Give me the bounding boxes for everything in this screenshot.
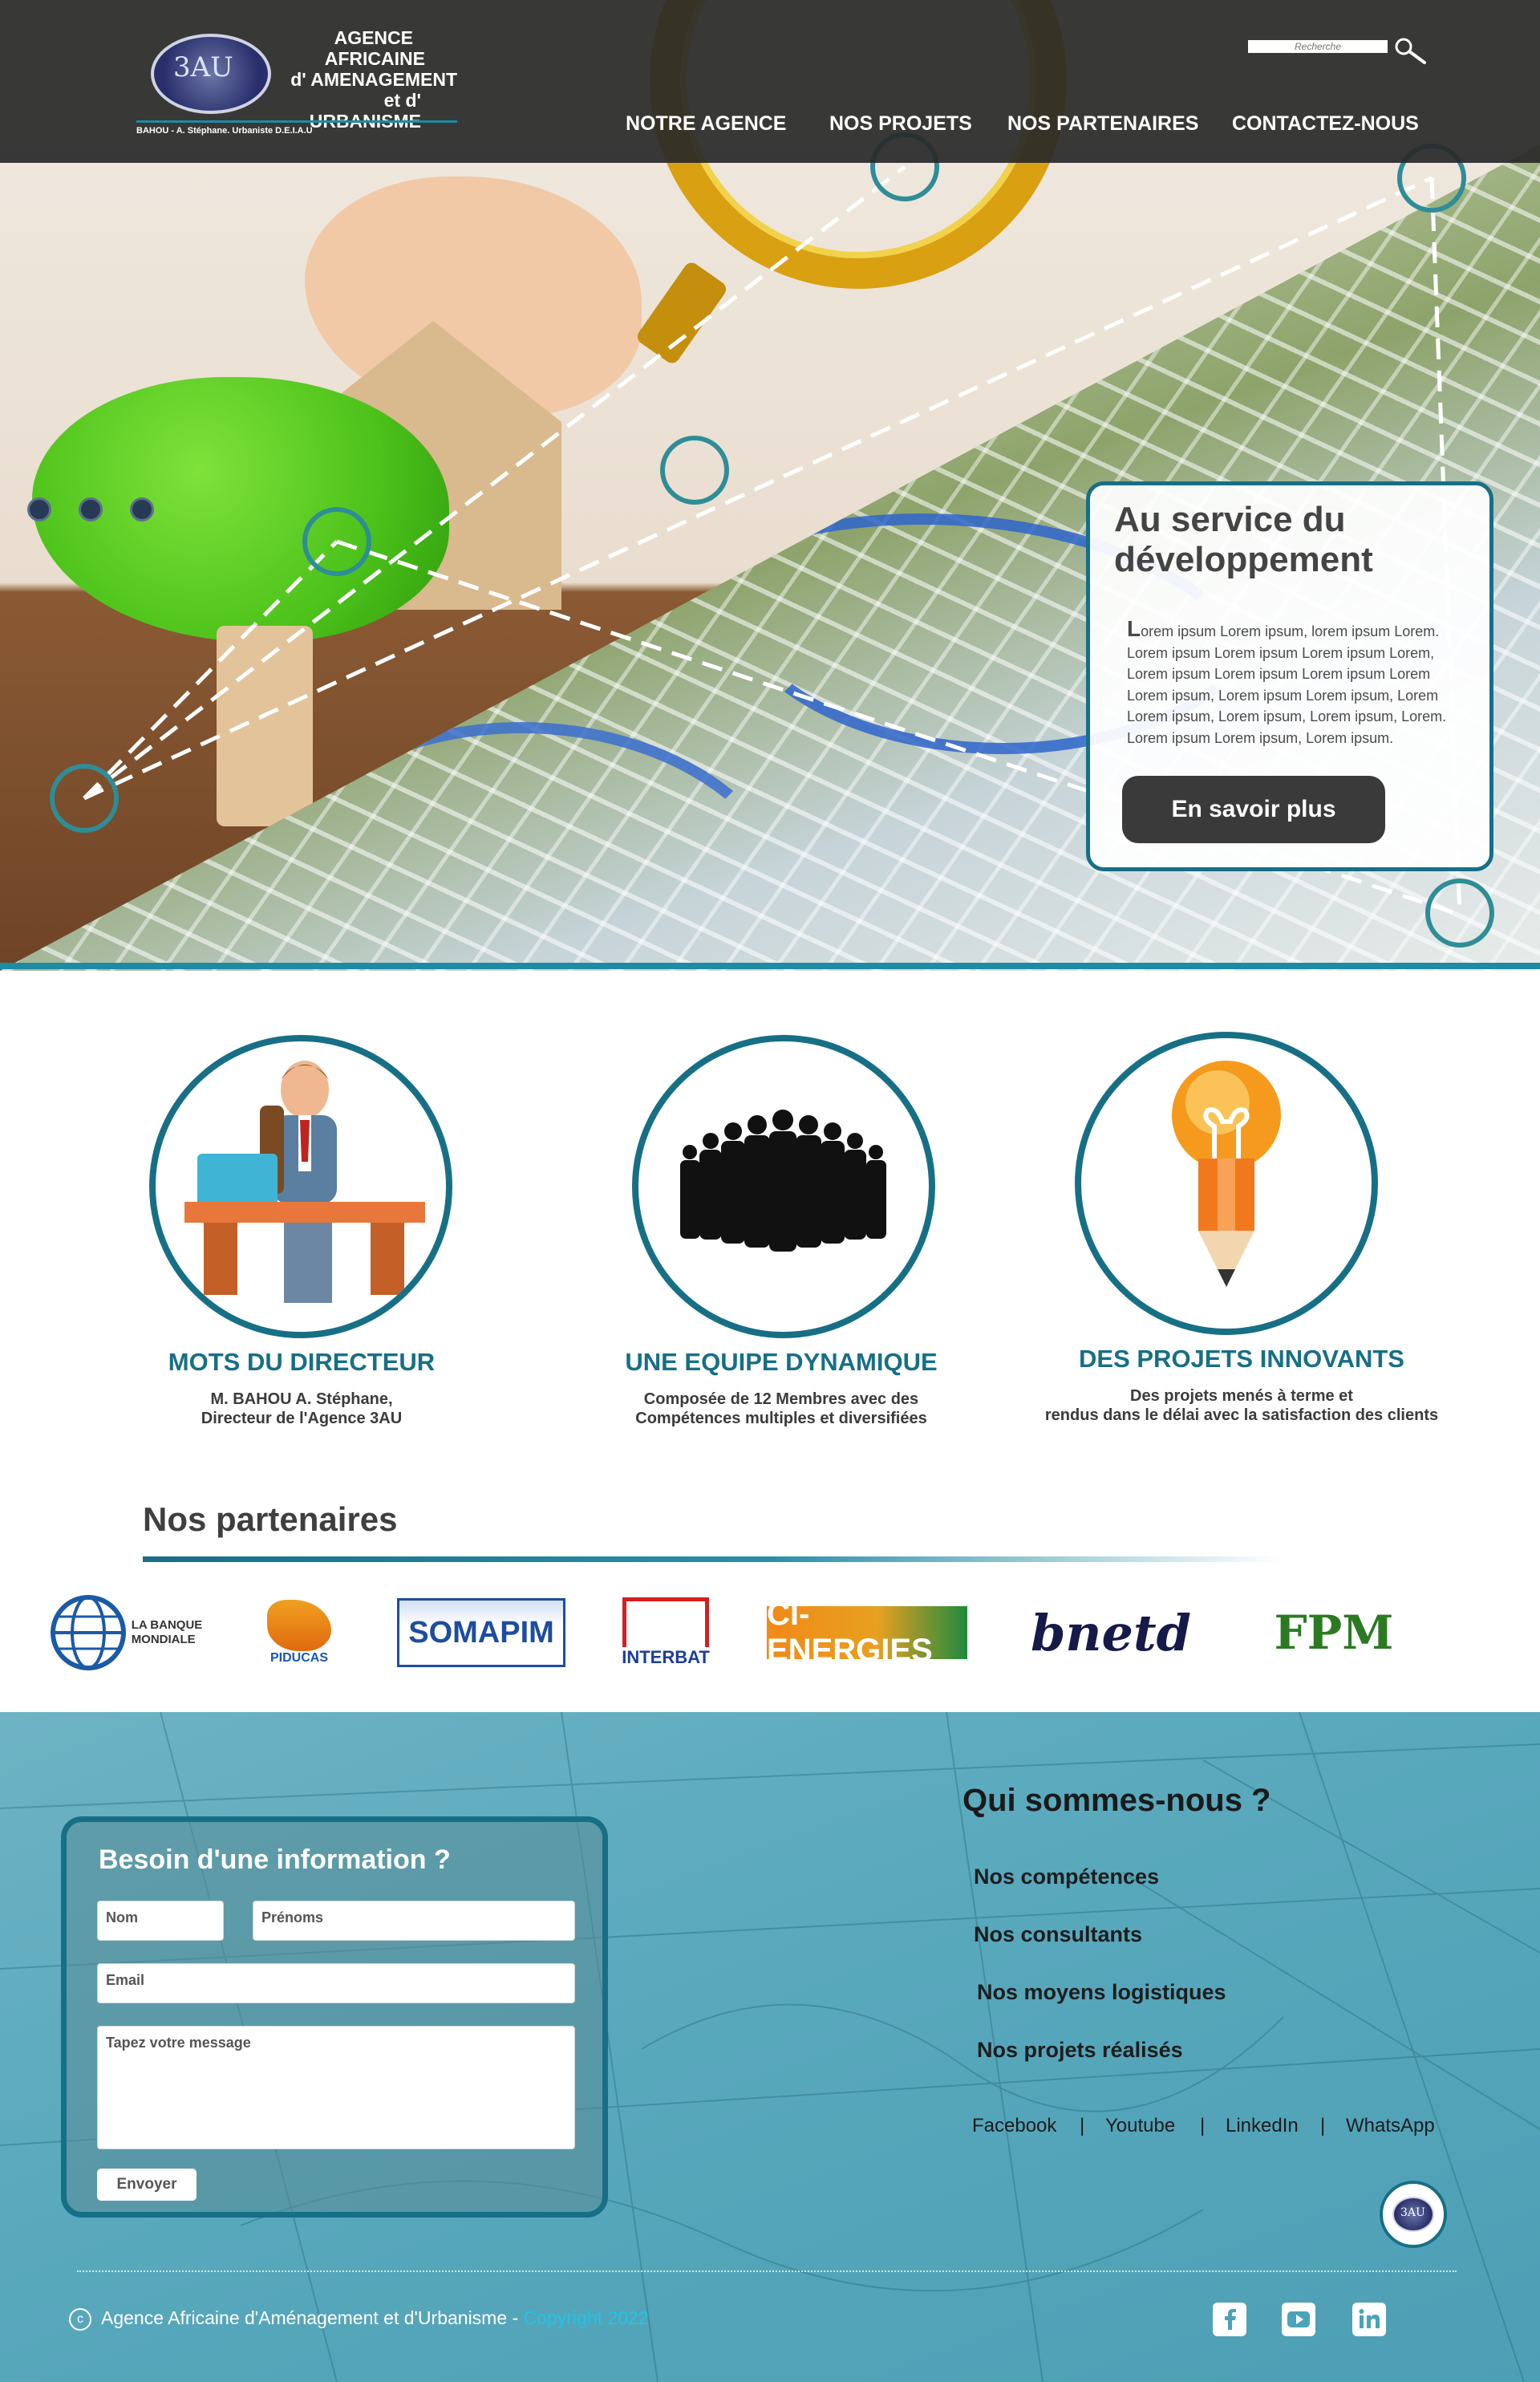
search-input[interactable]	[1248, 40, 1388, 53]
slider-dot-1[interactable]	[27, 497, 51, 521]
nav-item-nos-partenaires[interactable]: NOS PARTENAIRES	[1007, 112, 1198, 136]
partner-logo-somapim[interactable]: SOMAPIM	[396, 1589, 566, 1677]
site-logo[interactable]: 3AU AGENCE AFRICAINE d' AMENAGEMENT et d…	[136, 27, 457, 140]
nav-item-nos-projets[interactable]: NOS PROJETS	[829, 112, 972, 136]
hero-card-text: Lorem ipsum Lorem ipsum, lorem ipsum Lor…	[1127, 616, 1447, 746]
world-bank-globe-icon	[50, 1595, 126, 1670]
logo-mark: 3AU	[173, 51, 233, 83]
hero-card-title: Au service du développement	[1114, 500, 1373, 579]
link-youtube[interactable]: Youtube	[1105, 2115, 1175, 2137]
logo-text: AGENCE AFRICAINE d' AMENAGEMENT et d' UR…	[273, 27, 457, 132]
nav-item-notre-agence[interactable]: NOTRE AGENCE	[626, 112, 786, 136]
social-separator: |	[1320, 2115, 1326, 2136]
copyright-dash: -	[512, 2307, 519, 2328]
partner-logo-interbat[interactable]: INTERBAT	[619, 1589, 712, 1677]
logo-line-2: AFRICAINE	[324, 48, 425, 69]
feature-desc-team: Composée de 12 Membres avec des Compéten…	[635, 1390, 927, 1427]
feature-projects: DES PROJETS INNOVANTS Des projets menés …	[1017, 1032, 1466, 1433]
partner-label-somapim: SOMAPIM	[408, 1615, 554, 1650]
site-header: 3AU AGENCE AFRICAINE d' AMENAGEMENT et d…	[0, 0, 1540, 163]
partners-title: Nos partenaires	[143, 1500, 398, 1538]
partner-logo-ci-energies[interactable]: CI-ENERGIES	[765, 1589, 969, 1677]
slider-dot-2[interactable]	[79, 497, 103, 521]
partner-logo-bnetd[interactable]: bnetd	[1019, 1589, 1203, 1677]
piducas-emblem	[267, 1600, 331, 1651]
footer-logo-emblem: 3AU	[1392, 2197, 1434, 2232]
learn-more-button[interactable]: En savoir plus	[1122, 776, 1385, 843]
copyright-icon: c	[69, 2307, 91, 2331]
hero-info-card: Au service du développement Lorem ipsum …	[1086, 481, 1493, 871]
logo-divider	[136, 120, 457, 123]
contact-form-title: Besoin d'une information ?	[99, 1844, 451, 1875]
link-nos-moyens-logistiques[interactable]: Nos moyens logistiques	[977, 1980, 1226, 2005]
partner-label-interbat: INTERBAT	[622, 1647, 710, 1667]
social-separator: |	[1200, 2115, 1206, 2136]
lightbulb-pencil-icon	[1172, 1061, 1281, 1287]
social-separator: |	[1080, 2115, 1085, 2136]
feature-desc-director: M. BAHOU A. Stéphane, Directeur de l'Age…	[201, 1390, 403, 1427]
about-title: Qui sommes-nous ?	[962, 1783, 1271, 1818]
feature-title-projects: DES PROJETS INNOVANTS	[1079, 1345, 1404, 1373]
facebook-icon[interactable]	[1213, 2303, 1246, 2336]
partner-label-fpm: FPM	[1274, 1605, 1394, 1660]
feature-director: MOTS DU DIRECTEUR M. BAHOU A. Stéphane, …	[77, 1035, 526, 1436]
link-nos-consultants[interactable]: Nos consultants	[974, 1922, 1142, 1947]
logo-subtitle: BAHOU - A. Stéphane. Urbaniste D.E.I.A.U	[136, 126, 313, 136]
prenoms-field[interactable]: Prénoms	[253, 1901, 575, 1941]
copyright-year: Copyright 2022	[523, 2307, 649, 2328]
hero-bottom-border	[0, 963, 1540, 969]
feature-desc-projects: Des projets menés à terme et rendus dans…	[1044, 1387, 1439, 1424]
partner-label-bnetd: bnetd	[1031, 1603, 1191, 1662]
footer-logo-mark: 3AU	[1400, 2206, 1425, 2219]
search-icon[interactable]	[1391, 35, 1429, 67]
nom-field[interactable]: Nom	[97, 1901, 224, 1941]
footer-divider	[77, 2270, 1457, 2272]
feature-circle-director[interactable]	[149, 1035, 452, 1338]
logo-line-3: d' AMENAGEMENT	[290, 69, 457, 90]
partner-label-piducas: PIDUCAS	[270, 1651, 328, 1665]
link-whatsapp[interactable]: WhatsApp	[1346, 2115, 1435, 2137]
partner-logo-piducas[interactable]: PIDUCAS	[255, 1589, 343, 1677]
link-nos-projets-realises[interactable]: Nos projets réalisés	[977, 2038, 1183, 2063]
footer-logo[interactable]: 3AU	[1380, 2181, 1447, 2248]
partner-label-ci-energies: CI-ENERGIES	[767, 1597, 933, 1668]
partner-logo-banque-mondiale[interactable]: LA BANQUE MONDIALE	[42, 1589, 210, 1677]
copyright-text: Agence Africaine d'Aménagement et d'Urba…	[101, 2307, 508, 2328]
link-linkedin[interactable]: LinkedIn	[1226, 2115, 1299, 2137]
slider-dot-3[interactable]	[130, 497, 154, 521]
email-field[interactable]: Email	[97, 1963, 575, 2003]
send-button[interactable]: Envoyer	[97, 2169, 197, 2201]
partner-label-banque-mondiale: LA BANQUE MONDIALE	[131, 1618, 203, 1646]
copyright-line: c Agence Africaine d'Aménagement et d'Urb…	[69, 2307, 649, 2331]
message-field[interactable]: Tapez votre message	[97, 2026, 575, 2149]
feature-circle-projects[interactable]	[1075, 1032, 1378, 1335]
nav-item-contactez-nous[interactable]: CONTACTEZ-NOUS	[1232, 112, 1419, 136]
feature-circle-team[interactable]	[632, 1035, 935, 1338]
partners-divider	[143, 1556, 1282, 1562]
youtube-icon[interactable]	[1282, 2303, 1315, 2336]
linkedin-icon[interactable]	[1352, 2303, 1386, 2336]
link-nos-competences[interactable]: Nos compétences	[974, 1865, 1159, 1889]
feature-team: UNE EQUIPE DYNAMIQUE Composée de 12 Memb…	[557, 1035, 1006, 1436]
contact-form: Besoin d'une information ? Nom Prénoms E…	[61, 1816, 608, 2218]
team-silhouette-icon	[680, 1110, 886, 1252]
feature-title-director: MOTS DU DIRECTEUR	[168, 1348, 436, 1376]
logo-line-1: AGENCE	[334, 27, 413, 48]
interbat-emblem	[622, 1597, 709, 1647]
partner-logo-fpm[interactable]: FPM	[1243, 1589, 1424, 1677]
link-facebook[interactable]: Facebook	[972, 2115, 1056, 2137]
feature-title-team: UNE EQUIPE DYNAMIQUE	[625, 1348, 938, 1376]
director-desk-icon	[184, 1061, 425, 1303]
